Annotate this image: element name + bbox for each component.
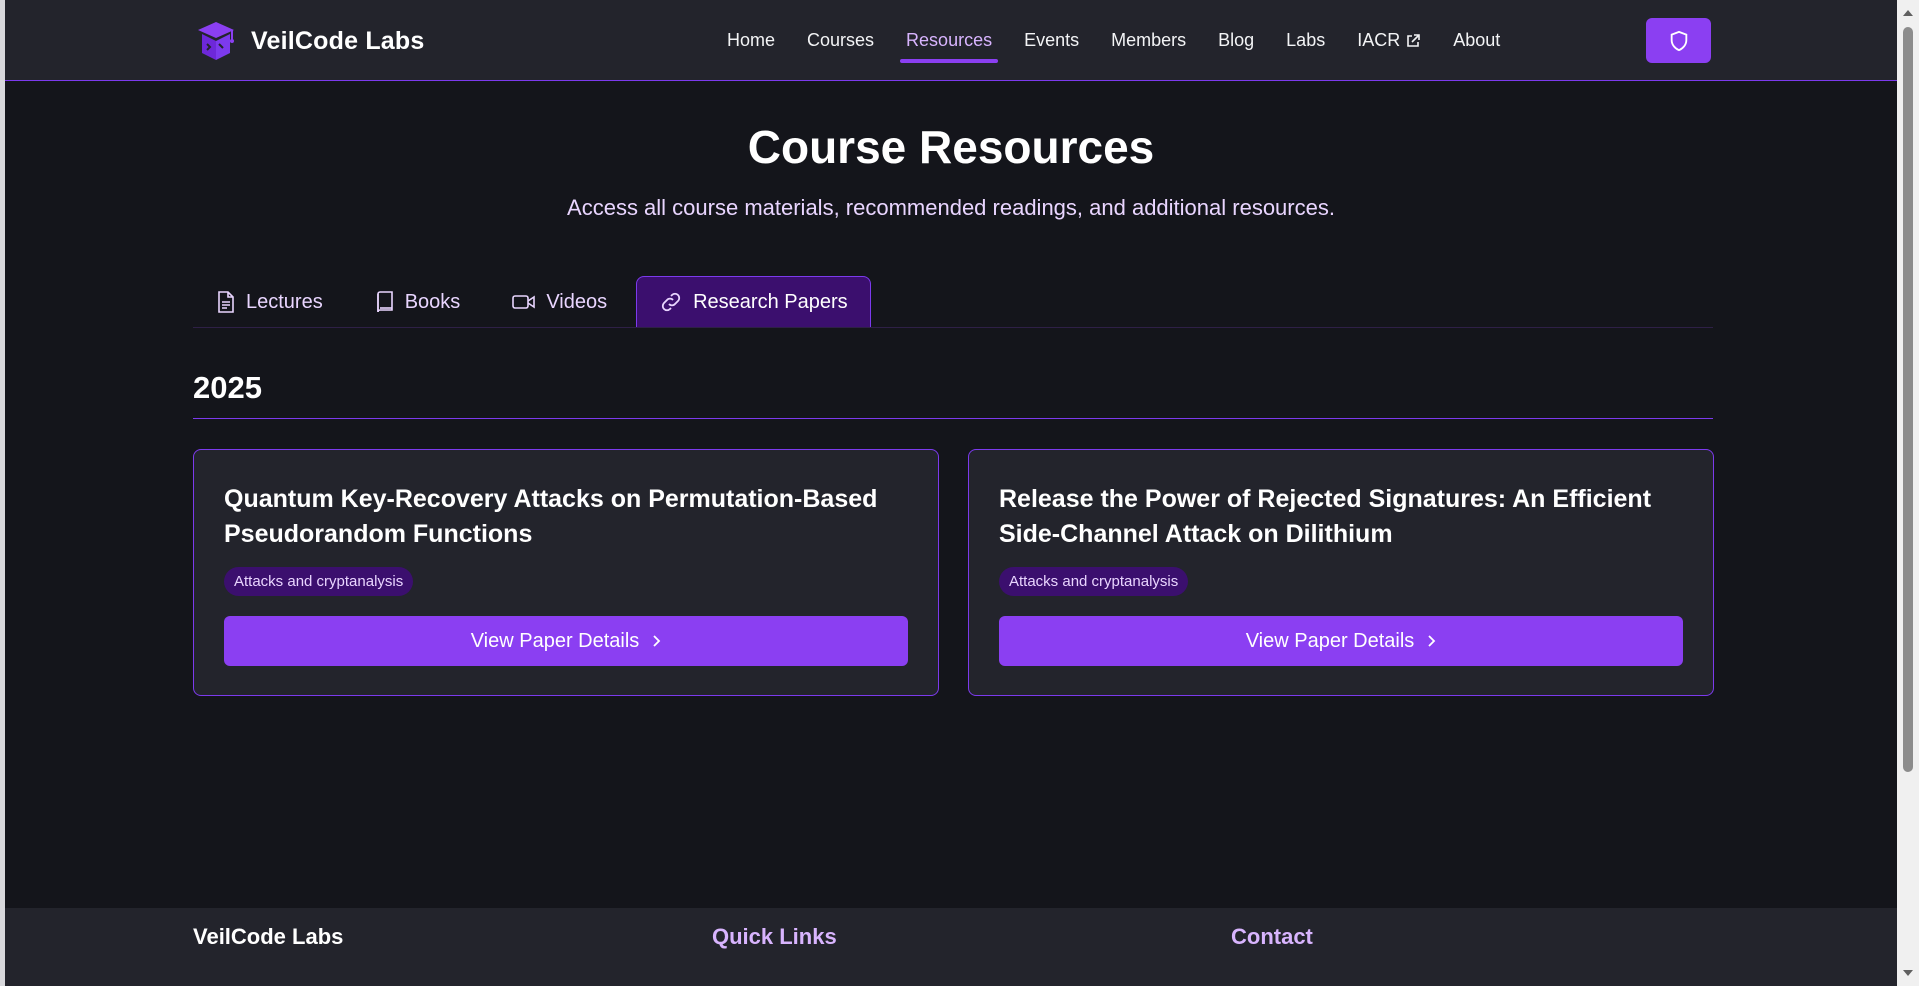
paper-tag: Attacks and cryptanalysis <box>999 567 1189 596</box>
paper-title: Quantum Key-Recovery Attacks on Permutat… <box>224 485 878 548</box>
tab-books-label: Books <box>404 290 461 313</box>
scrollbar-thumb[interactable] <box>1903 27 1913 772</box>
nav-labs[interactable]: Labs <box>1270 0 1341 81</box>
document-icon <box>218 291 234 313</box>
year-divider <box>193 418 1713 419</box>
tab-research-papers-label: Research Papers <box>693 290 848 313</box>
external-link-icon <box>1407 33 1421 47</box>
video-icon <box>512 295 536 309</box>
site-footer: VeilCode Labs Quick Links Contact <box>5 908 1897 986</box>
footer-brand-heading: VeilCode Labs <box>193 924 344 949</box>
view-paper-details-label: View Paper Details <box>1245 629 1415 652</box>
nav-events[interactable]: Events <box>1008 0 1095 81</box>
tab-lectures-label: Lectures <box>246 290 323 313</box>
scroll-down-icon[interactable] <box>1903 970 1913 976</box>
nav-about[interactable]: About <box>1437 0 1516 81</box>
nav-home[interactable]: Home <box>711 0 791 81</box>
paper-card: Release the Power of Rejected Signatures… <box>968 449 1714 696</box>
paper-title: Release the Power of Rejected Signatures… <box>999 485 1652 548</box>
paper-tag: Attacks and cryptanalysis <box>224 567 414 596</box>
year-heading: 2025 <box>193 370 262 405</box>
main-nav: Home Courses Resources Events Members Bl… <box>711 0 1516 81</box>
chevron-right-icon <box>1428 635 1436 647</box>
top-navbar: VeilCode Labs Home Courses Resources Eve… <box>5 0 1897 81</box>
nav-iacr-label: IACR <box>1357 30 1401 50</box>
nav-iacr[interactable]: IACR <box>1341 0 1437 81</box>
nav-members[interactable]: Members <box>1095 0 1202 81</box>
view-paper-details-label: View Paper Details <box>470 629 640 652</box>
graduation-cube-icon <box>198 22 234 60</box>
admin-shield-button[interactable] <box>1646 18 1711 63</box>
tab-videos[interactable]: Videos <box>489 276 630 327</box>
tab-lectures[interactable]: Lectures <box>193 276 346 327</box>
link-icon <box>661 292 681 312</box>
tab-videos-label: Videos <box>546 290 608 313</box>
nav-resources[interactable]: Resources <box>890 0 1008 81</box>
page-scrollbar[interactable] <box>1897 0 1919 986</box>
nav-courses[interactable]: Courses <box>791 0 890 81</box>
footer-contact-heading: Contact <box>1231 924 1313 949</box>
shield-icon <box>1670 30 1687 51</box>
view-paper-details-button[interactable]: View Paper Details <box>224 616 908 666</box>
scroll-up-icon[interactable] <box>1903 10 1913 16</box>
footer-quick-links-heading: Quick Links <box>712 924 837 949</box>
resource-tabs: Lectures Books Videos Research Papers <box>193 266 1713 328</box>
view-paper-details-button[interactable]: View Paper Details <box>999 616 1683 666</box>
page-subtitle: Access all course materials, recommended… <box>567 195 1335 220</box>
brand[interactable]: VeilCode Labs <box>193 18 425 64</box>
page-title: Course Resources <box>747 121 1155 173</box>
chevron-right-icon <box>653 635 661 647</box>
brand-name: VeilCode Labs <box>251 26 425 55</box>
paper-card: Quantum Key-Recovery Attacks on Permutat… <box>193 449 939 696</box>
page-viewport: VeilCode Labs Home Courses Resources Eve… <box>5 0 1897 986</box>
nav-blog[interactable]: Blog <box>1202 0 1270 81</box>
tab-books[interactable]: Books <box>352 276 484 327</box>
tab-research-papers[interactable]: Research Papers <box>636 276 871 327</box>
book-icon <box>376 291 393 313</box>
